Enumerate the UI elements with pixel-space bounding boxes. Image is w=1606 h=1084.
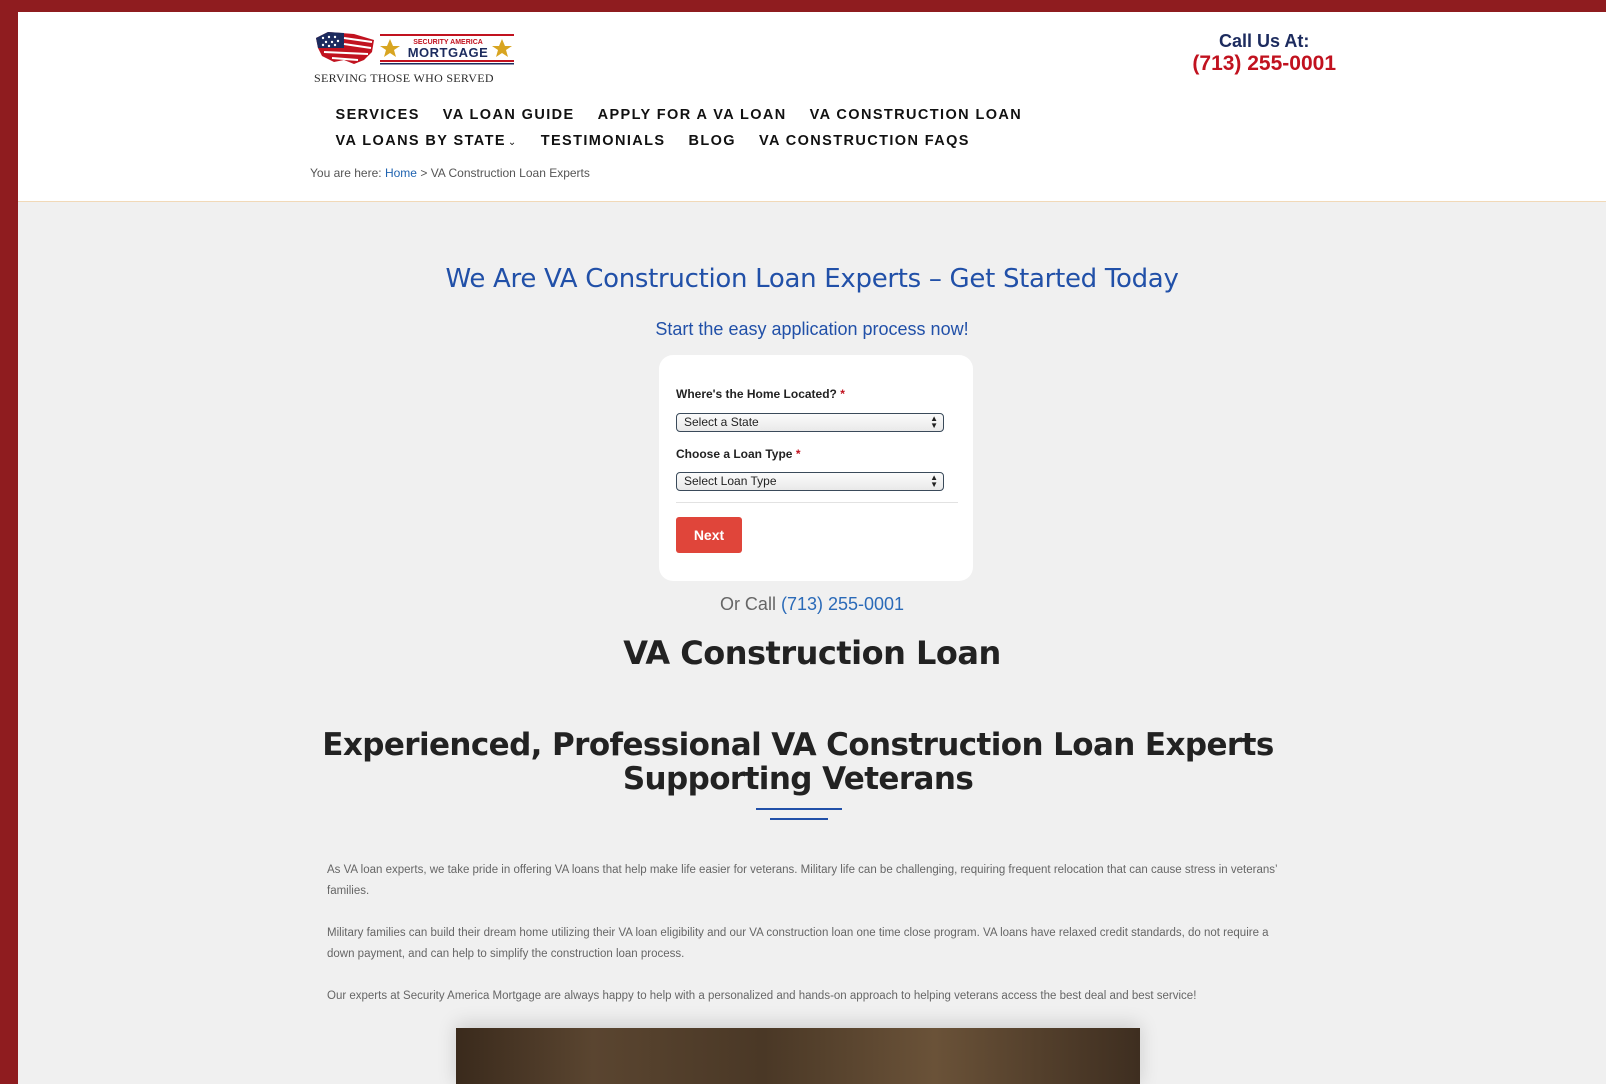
nav-va-construction-loan[interactable]: VA CONSTRUCTION LOAN — [798, 102, 1033, 128]
main-nav: SERVICES VA LOAN GUIDE APPLY FOR A VA LO… — [324, 102, 1224, 156]
hero-title: We Are VA Construction Loan Experts – Ge… — [445, 264, 1179, 294]
select-arrows-icon: ▲ ▼ — [930, 473, 938, 489]
nav-blog[interactable]: BLOG — [677, 128, 748, 156]
section-heading: Experienced, Professional VA Constructio… — [322, 727, 1274, 797]
breadcrumb-home-link[interactable]: Home — [385, 166, 417, 180]
state-field-label: Where's the Home Located? * — [676, 387, 845, 401]
loan-type-label-text: Choose a Loan Type — [676, 447, 793, 461]
page-frame: SECURITY AMERICA MORTGAGE SERVING THOSE … — [18, 12, 1606, 1084]
loan-type-select[interactable]: Select Loan Type ▲ ▼ — [676, 472, 944, 491]
breadcrumb: You are here: Home > VA Construction Loa… — [310, 166, 590, 180]
or-call-phone-link[interactable]: (713) 255-0001 — [781, 594, 904, 614]
loan-type-field-label: Choose a Loan Type * — [676, 447, 800, 461]
logo-main-text: MORTGAGE — [407, 45, 489, 60]
required-mark: * — [840, 387, 845, 401]
hero-subtitle: Start the easy application process now! — [655, 319, 969, 339]
nav-testimonials[interactable]: TESTIMONIALS — [529, 128, 677, 156]
call-us-box: Call Us At: (713) 255-0001 — [1192, 30, 1336, 76]
breadcrumb-prefix: You are here: — [310, 166, 382, 180]
state-select[interactable]: Select a State ▲ ▼ — [676, 413, 944, 432]
select-arrows-icon: ▲ ▼ — [930, 414, 938, 430]
construction-photo — [456, 1028, 1140, 1084]
application-form: Where's the Home Located? * Select a Sta… — [659, 355, 973, 581]
chevron-down-icon: ⌄ — [507, 137, 518, 148]
breadcrumb-current: VA Construction Loan Experts — [430, 166, 590, 180]
state-select-value: Select a State — [684, 415, 759, 429]
paragraph: As VA loan experts, we take pride in off… — [327, 864, 1278, 897]
nav-va-loans-by-state[interactable]: VA LOANS BY STATE ⌄ — [324, 128, 529, 156]
nav-va-loans-by-state-label: VA LOANS BY STATE — [335, 133, 506, 149]
or-call-prefix: Or Call — [719, 594, 776, 614]
section-title: VA Construction Loan — [623, 634, 1001, 672]
call-label: Call Us At: — [1219, 31, 1310, 51]
logo-tagline: SERVING THOSE WHO SERVED — [314, 71, 494, 85]
nav-va-construction-faqs[interactable]: VA CONSTRUCTION FAQS — [747, 128, 981, 156]
paragraph: Our experts at Security America Mortgage… — [327, 990, 1197, 1002]
heading-underline — [756, 808, 842, 810]
nav-apply-for-va-loan[interactable]: APPLY FOR A VA LOAN — [586, 102, 798, 128]
or-call-line: Or Call (713) 255-0001 — [18, 594, 1606, 615]
header-phone-link[interactable]: (713) 255-0001 — [1192, 52, 1336, 76]
nav-services[interactable]: SERVICES — [324, 102, 431, 128]
nav-va-loan-guide[interactable]: VA LOAN GUIDE — [431, 102, 586, 128]
site-header: SECURITY AMERICA MORTGAGE SERVING THOSE … — [18, 12, 1606, 202]
heading-underline — [770, 818, 828, 820]
breadcrumb-separator: > — [420, 166, 428, 180]
required-mark: * — [795, 447, 801, 461]
form-divider — [676, 502, 958, 503]
state-label-text: Where's the Home Located? — [676, 387, 837, 401]
paragraph: Military families can build their dream … — [327, 927, 1269, 960]
loan-type-select-value: Select Loan Type — [684, 474, 777, 488]
next-button[interactable]: Next — [676, 517, 742, 553]
